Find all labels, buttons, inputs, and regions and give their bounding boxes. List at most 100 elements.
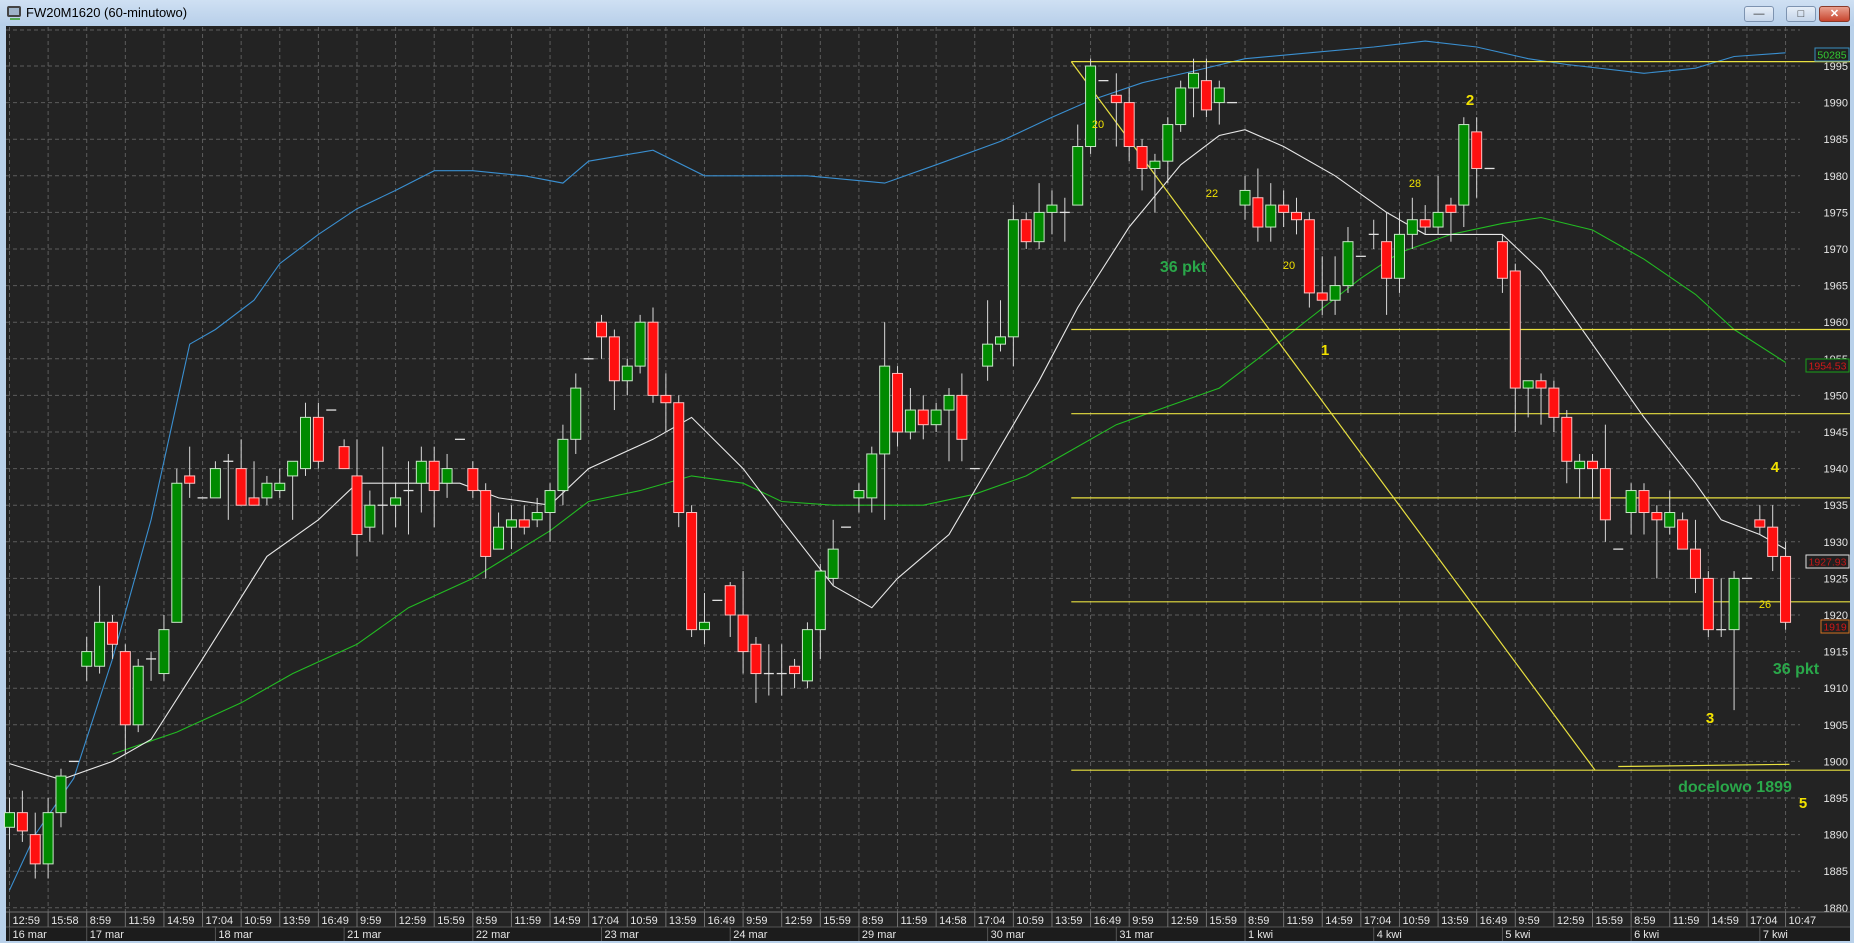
time-axis-label: 12:59 bbox=[785, 915, 813, 927]
candle[interactable] bbox=[647, 307, 659, 403]
time-axis-label: 15:59 bbox=[823, 915, 851, 927]
time-axis-label: 17:04 bbox=[592, 915, 620, 927]
price-tag-last: 1919 bbox=[1820, 619, 1850, 634]
candle-body-up bbox=[4, 812, 15, 828]
price-tag-value: 1919 bbox=[1823, 622, 1847, 634]
candle-body-down bbox=[737, 614, 749, 653]
candle-body-up bbox=[1175, 87, 1187, 126]
candle-body-down bbox=[467, 468, 479, 492]
price-tag-value: 1927.93 bbox=[1809, 557, 1847, 569]
time-axis-label: 11:59 bbox=[1673, 915, 1700, 927]
candle-body-down bbox=[892, 372, 904, 433]
candle-body-down bbox=[1689, 548, 1701, 579]
time-axis-label: 16:49 bbox=[707, 915, 735, 927]
candle-body-down bbox=[660, 394, 672, 404]
price-axis-label: 1915 bbox=[1824, 647, 1848, 659]
candle-body-up bbox=[1522, 380, 1534, 389]
candle-body-up bbox=[274, 482, 286, 492]
candle-body-up bbox=[1162, 124, 1174, 162]
date-axis-label: 16 mar bbox=[13, 929, 48, 941]
candle-body-down bbox=[1599, 468, 1611, 521]
time-axis-label: 11:59 bbox=[128, 915, 155, 927]
candle-body-up bbox=[1574, 460, 1586, 470]
candle-body-down bbox=[184, 475, 196, 484]
candle-body-down bbox=[1445, 204, 1457, 213]
price-axis-label: 1990 bbox=[1824, 98, 1848, 110]
candle[interactable] bbox=[1702, 571, 1714, 637]
candle-body-down bbox=[1316, 292, 1328, 301]
candle-body-up bbox=[390, 497, 402, 506]
time-axis-label: 15:59 bbox=[437, 915, 465, 927]
time-axis-label: 15:58 bbox=[51, 915, 79, 927]
time-axis-label: 15:59 bbox=[1596, 915, 1624, 927]
candle-body-down bbox=[1200, 80, 1212, 111]
price-tag-value: 1954.53 bbox=[1809, 361, 1847, 373]
time-axis-label: 17:04 bbox=[978, 915, 1006, 927]
candle-body-down bbox=[428, 460, 440, 492]
candle-body-up bbox=[943, 394, 955, 411]
candle[interactable] bbox=[171, 468, 183, 623]
time-axis-label: 8:59 bbox=[476, 915, 497, 927]
candle[interactable] bbox=[1303, 212, 1315, 308]
candle-body-up bbox=[544, 490, 556, 514]
candle-body-up bbox=[531, 512, 543, 521]
price-tag-ma_fast: 1927.93 bbox=[1805, 554, 1850, 569]
date-axis-label: 4 kwi bbox=[1377, 929, 1402, 941]
price-tag-ma_slow: 1954.53 bbox=[1805, 358, 1850, 373]
candle[interactable] bbox=[634, 314, 646, 374]
time-axis-label: 14:59 bbox=[1711, 915, 1739, 927]
candle-body-down bbox=[647, 321, 659, 396]
price-axis-label: 1975 bbox=[1824, 207, 1848, 219]
candle-body-up bbox=[621, 365, 633, 382]
candle-body-up bbox=[209, 468, 221, 499]
candle-body-down bbox=[1381, 241, 1393, 279]
time-axis-label: 12:59 bbox=[1557, 915, 1585, 927]
candle-body-down bbox=[1702, 577, 1714, 631]
time-axis-label: 8:59 bbox=[862, 915, 883, 927]
candle[interactable] bbox=[1175, 80, 1187, 132]
candle-body-down bbox=[1638, 490, 1650, 514]
candle-body-up bbox=[866, 453, 878, 499]
candle-body-up bbox=[132, 665, 144, 726]
candle[interactable] bbox=[673, 395, 685, 528]
candle[interactable] bbox=[801, 622, 813, 689]
candle-body-down bbox=[724, 585, 736, 616]
candle-body-down bbox=[248, 497, 260, 506]
candle-body-up bbox=[1007, 219, 1019, 338]
annotation-w2: 2 bbox=[1466, 92, 1474, 109]
candle[interactable] bbox=[1085, 58, 1097, 154]
time-axis-label: 10:59 bbox=[244, 915, 272, 927]
candle-body-down bbox=[596, 321, 608, 338]
time-axis-label: 12:59 bbox=[13, 915, 41, 927]
candle-body-down bbox=[1123, 102, 1135, 148]
price-tag-value: 50285 bbox=[1817, 50, 1846, 62]
time-axis-label: 13:59 bbox=[1441, 915, 1469, 927]
candle-body-down bbox=[1303, 219, 1315, 294]
price-axis-label: 1985 bbox=[1824, 134, 1848, 146]
candle-body-down bbox=[1252, 197, 1264, 228]
time-axis-label: 11:59 bbox=[514, 915, 541, 927]
date-axis-label: 23 mar bbox=[605, 929, 640, 941]
candle-body-up bbox=[1188, 72, 1200, 89]
date-axis-label: 18 mar bbox=[218, 929, 253, 941]
candle[interactable] bbox=[686, 505, 698, 637]
date-axis-label: 29 mar bbox=[862, 929, 897, 941]
price-axis-label: 1980 bbox=[1824, 171, 1848, 183]
candle-body-up bbox=[94, 621, 106, 667]
time-axis-label: 16:49 bbox=[1094, 915, 1122, 927]
time-axis-label: 10:47 bbox=[1789, 915, 1817, 927]
candle-body-up bbox=[1329, 285, 1341, 301]
time-axis-label: 11:59 bbox=[1287, 915, 1314, 927]
price-axis-label: 1965 bbox=[1824, 281, 1848, 293]
candle-body-up bbox=[505, 519, 517, 528]
candle-body-up bbox=[994, 336, 1006, 345]
candle-body-down bbox=[1677, 519, 1689, 550]
candlestick-chart[interactable]: 1995199019851980197519701965196019551950… bbox=[0, 0, 1854, 943]
candle-body-down bbox=[1767, 526, 1779, 557]
candle-body-down bbox=[1278, 204, 1290, 213]
price-axis-label: 1925 bbox=[1824, 573, 1848, 585]
candle-body-up bbox=[698, 621, 710, 631]
candle-body-up bbox=[557, 438, 569, 492]
date-axis-label: 22 mar bbox=[476, 929, 511, 941]
candle[interactable] bbox=[132, 658, 144, 733]
